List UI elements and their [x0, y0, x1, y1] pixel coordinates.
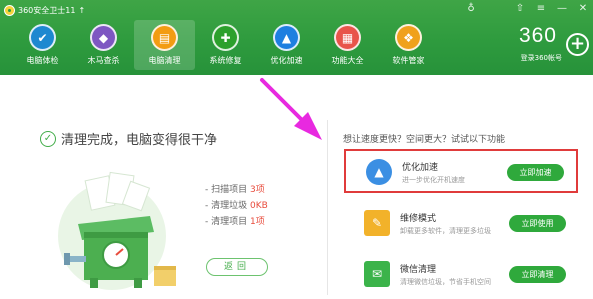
feature-desc: 清理微信垃圾，节省手机空间 [400, 278, 491, 286]
feature-name: 微信清理 [400, 265, 437, 275]
broom-icon: ▤ [151, 24, 178, 51]
horse-icon: ◆ [90, 24, 117, 51]
menu-icon[interactable]: ≡ [535, 3, 547, 15]
header-bar: 360安全卫士11 ↑ ♁ ⇧ ≡ — ✕ ✔ 电脑体检 ◆ 木马查杀 ▤ 电脑… [0, 0, 593, 75]
title-bar: 360安全卫士11 ↑ [4, 3, 85, 17]
use-now-button[interactable]: 立即使用 [509, 215, 566, 232]
login-account-link[interactable]: 登录360帐号 [521, 53, 562, 63]
apps-icon: ❖ [395, 24, 422, 51]
up-icon[interactable]: ⇧ [514, 3, 526, 15]
feature-name: 优化加速 [402, 163, 439, 173]
wechat-icon: ✉ [364, 261, 390, 287]
rocket-icon: ▲ [366, 159, 392, 185]
cleanup-machine-illustration [58, 171, 176, 290]
close-icon[interactable]: ✕ [577, 3, 589, 15]
minimize-icon[interactable]: — [556, 3, 568, 15]
nav-label: 电脑体检 [26, 56, 59, 65]
nav-item-cleanup[interactable]: ▤ 电脑清理 [134, 20, 195, 70]
nav-label: 木马查杀 [87, 56, 120, 65]
add-icon[interactable]: + [566, 33, 589, 56]
stat-label: - 扫描项目 [205, 185, 248, 195]
app-window: 360安全卫士11 ↑ ♁ ⇧ ≡ — ✕ ✔ 电脑体检 ◆ 木马查杀 ▤ 电脑… [0, 0, 593, 299]
stat-value: 1项 [249, 217, 265, 227]
feature-repair-mode: ✎ 维修模式 卸载更多软件，清理更多垃圾 立即使用 [344, 202, 578, 246]
stat-row: - 扫描项目 3项 [205, 182, 268, 198]
stat-row: - 清理垃圾 0KB [205, 198, 268, 214]
nav-label: 电脑清理 [148, 56, 181, 65]
divider [327, 120, 328, 295]
main-content: ✓ 清理完成，电脑变得很干净 - 扫描项目 3项 - 清理垃圾 0KB - 清理… [0, 75, 593, 299]
app-title: 360安全卫士11 [18, 5, 76, 15]
nav-item-checkup[interactable]: ✔ 电脑体检 [12, 20, 73, 70]
app-logo-icon [4, 4, 15, 16]
result-header: ✓ 清理完成，电脑变得很干净 [40, 129, 217, 148]
feature-optimize: ▲ 优化加速 进一步优化开机速度 立即加速 [344, 149, 578, 193]
brand-logo: 360 [518, 24, 557, 47]
feature-desc: 进一步优化开机速度 [402, 176, 465, 184]
feature-desc: 卸载更多软件，清理更多垃圾 [400, 227, 491, 235]
recommend-title: 想让速度更快？空间更大？试试以下功能 [343, 135, 506, 145]
clean-now-button[interactable]: 立即清理 [509, 266, 566, 283]
nav-item-all-features[interactable]: ▦ 功能大全 [317, 20, 378, 70]
shield-icon: ✚ [212, 24, 239, 51]
main-nav: ✔ 电脑体检 ◆ 木马查杀 ▤ 电脑清理 ✚ 系统修复 ▲ 优化加速 ▦ 功能大… [12, 20, 439, 70]
check-circle-icon: ✓ [40, 130, 56, 147]
back-button[interactable]: 返回 [206, 258, 268, 276]
upgrade-arrow-icon[interactable]: ↑ [78, 6, 85, 15]
nav-label: 系统修复 [209, 56, 242, 65]
nav-item-optimize[interactable]: ▲ 优化加速 [256, 20, 317, 70]
feature-name: 维修模式 [400, 214, 437, 224]
feature-wechat-clean: ✉ 微信清理 清理微信垃圾，节省手机空间 立即清理 [344, 253, 578, 297]
stat-row: - 清理项目 1项 [205, 214, 268, 230]
wrench-icon: ✎ [364, 210, 390, 236]
nav-item-system-repair[interactable]: ✚ 系统修复 [195, 20, 256, 70]
stat-label: - 清理垃圾 [205, 201, 248, 211]
window-controls: ♁ ⇧ ≡ — ✕ [467, 3, 589, 15]
nav-item-software-manager[interactable]: ❖ 软件管家 [378, 20, 439, 70]
stat-label: - 清理项目 [205, 217, 248, 227]
nav-label: 优化加速 [270, 56, 303, 65]
rocket-icon: ▲ [273, 24, 300, 51]
result-title: 清理完成，电脑变得很干净 [61, 133, 218, 148]
cleanup-stats: - 扫描项目 3项 - 清理垃圾 0KB - 清理项目 1项 [205, 182, 268, 230]
nav-label: 软件管家 [392, 56, 425, 65]
accelerate-now-button[interactable]: 立即加速 [507, 164, 564, 181]
monitor-icon: ✔ [29, 24, 56, 51]
stat-value: 3项 [249, 185, 265, 195]
nav-item-trojan-scan[interactable]: ◆ 木马查杀 [73, 20, 134, 70]
nav-label: 功能大全 [331, 56, 364, 65]
grid-icon: ▦ [334, 24, 361, 51]
skin-icon[interactable]: ♁ [465, 3, 477, 15]
stat-value: 0KB [249, 201, 268, 211]
